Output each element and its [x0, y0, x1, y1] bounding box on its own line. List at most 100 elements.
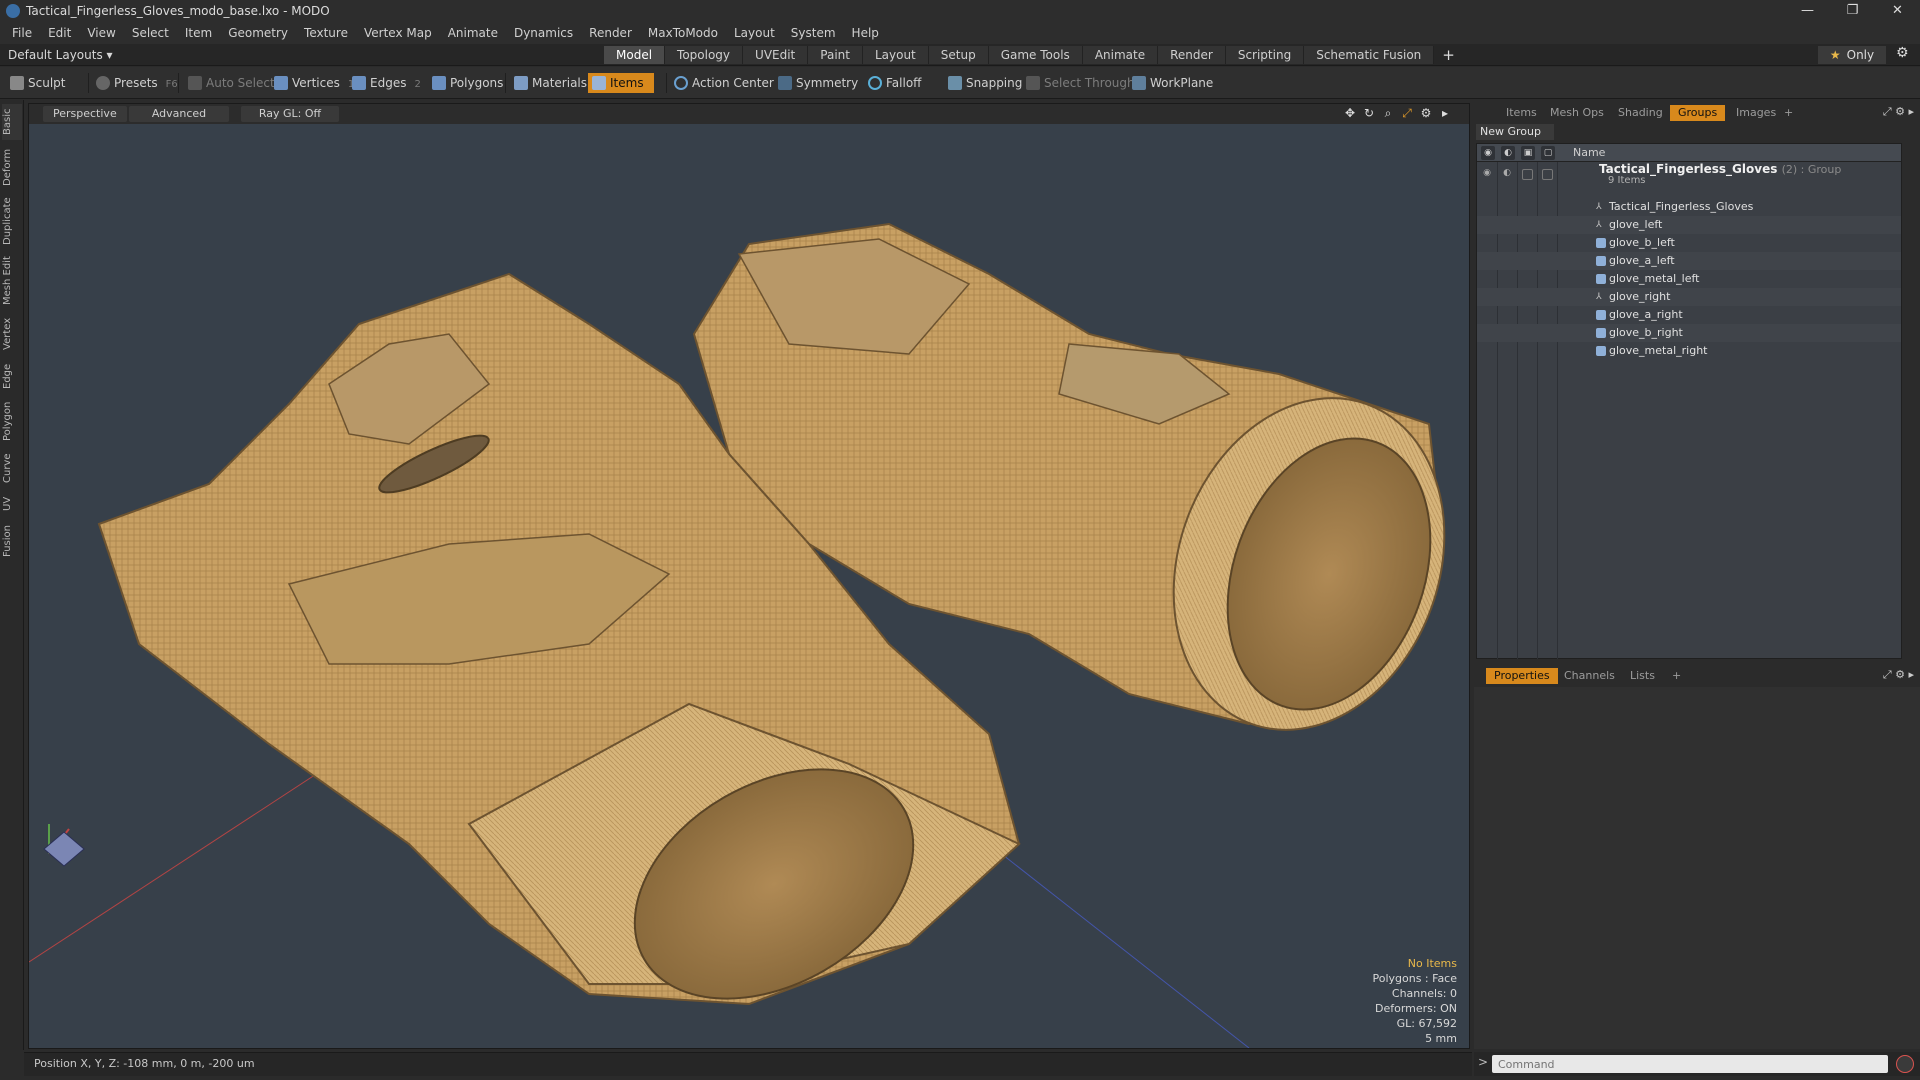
vtab-duplicate[interactable]: Duplicate — [2, 194, 22, 248]
vtab-mesh-edit[interactable]: Mesh Edit — [2, 254, 22, 308]
vtab-basic[interactable]: Basic — [2, 104, 22, 140]
tab-paint[interactable]: Paint — [808, 46, 863, 64]
tab-setup[interactable]: Setup — [928, 46, 989, 64]
select-checkbox[interactable] — [1542, 169, 1553, 180]
action-center-button[interactable]: Action Center — [670, 73, 774, 93]
list-item[interactable]: glove_b_left — [1477, 234, 1901, 252]
pan-icon[interactable]: ✥ — [1344, 106, 1356, 120]
maximize-button[interactable]: ❐ — [1830, 0, 1875, 22]
render-toggle-icon[interactable]: ◐ — [1501, 168, 1513, 180]
menu-maxtomodo[interactable]: MaxToModo — [640, 22, 726, 44]
menu-system[interactable]: System — [783, 22, 844, 44]
tab-model[interactable]: Model — [604, 46, 666, 64]
polygons-button[interactable]: Polygons — [428, 73, 503, 93]
tab-layout[interactable]: Layout — [862, 46, 929, 64]
name-column-header[interactable]: Name — [1573, 146, 1605, 159]
tab-uvedit[interactable]: UVEdit — [743, 46, 809, 64]
menu-geometry[interactable]: Geometry — [220, 22, 296, 44]
list-item[interactable]: glove_a_left — [1477, 252, 1901, 270]
menu-view[interactable]: View — [79, 22, 123, 44]
tab-schematic-fusion[interactable]: Schematic Fusion — [1304, 46, 1435, 64]
snapping-button[interactable]: Snapping — [944, 73, 1022, 93]
vtab-vertex[interactable]: Vertex — [2, 314, 22, 354]
zoom-icon[interactable]: ⌕ — [1382, 106, 1394, 120]
menu-texture[interactable]: Texture — [296, 22, 356, 44]
menu-render[interactable]: Render — [581, 22, 640, 44]
render-column-icon[interactable]: ◐ — [1501, 146, 1515, 160]
view-dropdown[interactable]: Perspective — [43, 106, 127, 122]
menu-dynamics[interactable]: Dynamics — [506, 22, 581, 44]
list-item[interactable]: glove_metal_right — [1477, 342, 1901, 360]
vertices-button[interactable]: Vertices1 — [270, 73, 354, 93]
gear-icon[interactable]: ⚙ — [1896, 45, 1909, 61]
falloff-button[interactable]: Falloff — [864, 73, 921, 93]
vtab-deform[interactable]: Deform — [2, 146, 22, 188]
select-through-button[interactable]: Select Through — [1022, 73, 1135, 93]
lock-column-icon[interactable]: ▣ — [1521, 146, 1535, 160]
tab-lists[interactable]: Lists — [1622, 668, 1663, 684]
list-item[interactable]: ⅄ glove_left — [1477, 216, 1901, 234]
menu-animate[interactable]: Animate — [440, 22, 506, 44]
list-item[interactable]: glove_b_right — [1477, 324, 1901, 342]
stop-command-icon[interactable] — [1896, 1055, 1914, 1073]
symmetry-button[interactable]: Symmetry — [774, 73, 858, 93]
menu-vertex-map[interactable]: Vertex Map — [356, 22, 440, 44]
command-input[interactable] — [1492, 1055, 1888, 1073]
vtab-uv[interactable]: UV — [2, 492, 22, 516]
layout-dropdown[interactable]: Default Layouts ▾ — [8, 44, 113, 66]
tab-topology[interactable]: Topology — [665, 46, 744, 64]
list-item[interactable]: glove_a_right — [1477, 306, 1901, 324]
presets-button[interactable]: Presets F6 — [92, 73, 178, 93]
tab-groups[interactable]: Groups — [1670, 105, 1726, 121]
maximize-view-icon[interactable]: ⤢ — [1401, 106, 1413, 120]
select-column-icon[interactable]: ▢ — [1541, 146, 1555, 160]
tab-mesh-ops[interactable]: Mesh Ops — [1542, 105, 1612, 121]
tab-properties[interactable]: Properties — [1486, 668, 1558, 684]
menu-edit[interactable]: Edit — [40, 22, 79, 44]
vtab-fusion[interactable]: Fusion — [2, 522, 22, 560]
tab-game-tools[interactable]: Game Tools — [988, 46, 1083, 64]
expand-arrow-icon[interactable]: ▸ — [1439, 106, 1451, 120]
vtab-polygon[interactable]: Polygon — [2, 398, 22, 444]
visibility-column-icon[interactable]: ◉ — [1481, 146, 1495, 160]
tab-items[interactable]: Items — [1498, 105, 1545, 121]
vtab-edge[interactable]: Edge — [2, 360, 22, 392]
viewport-settings-icon[interactable]: ⚙ — [1420, 106, 1432, 120]
menu-item[interactable]: Item — [177, 22, 220, 44]
menu-select[interactable]: Select — [124, 22, 177, 44]
panel-options-icon[interactable]: ⤢ ⚙ ▸ — [1883, 105, 1914, 119]
close-button[interactable]: ✕ — [1875, 0, 1920, 22]
materials-button[interactable]: Materials — [510, 73, 587, 93]
only-toggle-button[interactable]: ★ Only — [1818, 46, 1886, 64]
add-tab-button[interactable]: + — [1434, 46, 1463, 64]
3d-viewport[interactable]: Perspective Advanced Ray GL: Off ✥ ↻ ⌕ ⤢… — [28, 103, 1470, 1049]
list-item[interactable]: glove_metal_left — [1477, 270, 1901, 288]
vtab-curve[interactable]: Curve — [2, 450, 22, 486]
lock-checkbox[interactable] — [1522, 169, 1533, 180]
panel-options-icon[interactable]: ⤢ ⚙ ▸ — [1883, 668, 1914, 682]
edges-button[interactable]: Edges 2 — [348, 73, 421, 93]
tab-channels[interactable]: Channels — [1556, 668, 1623, 684]
shading-dropdown[interactable]: Advanced — [129, 106, 229, 122]
add-panel-tab-button[interactable]: + — [1776, 105, 1801, 121]
items-button[interactable]: Items — [588, 73, 654, 93]
eye-icon[interactable]: ◉ — [1481, 168, 1493, 180]
workplane-button[interactable]: WorkPlane — [1128, 73, 1213, 93]
menu-layout[interactable]: Layout — [726, 22, 783, 44]
tab-scripting[interactable]: Scripting — [1225, 46, 1305, 64]
list-item[interactable]: ⅄ glove_right — [1477, 288, 1901, 306]
tab-animate[interactable]: Animate — [1082, 46, 1159, 64]
menu-file[interactable]: File — [4, 22, 40, 44]
sculpt-button[interactable]: Sculpt — [6, 73, 65, 93]
raygl-toggle[interactable]: Ray GL: Off — [241, 106, 339, 122]
tab-shading[interactable]: Shading — [1610, 105, 1671, 121]
auto-select-button[interactable]: Auto Select — [184, 73, 275, 93]
group-row[interactable]: ◉ ◐ Tactical_Fingerless_Gloves (2) : Gro… — [1477, 162, 1901, 192]
minimize-button[interactable]: — — [1785, 0, 1830, 22]
menu-help[interactable]: Help — [844, 22, 887, 44]
new-group-button[interactable]: New Group — [1476, 124, 1554, 140]
rotate-icon[interactable]: ↻ — [1363, 106, 1375, 120]
list-item[interactable]: ⅄ Tactical_Fingerless_Gloves — [1477, 198, 1901, 216]
add-properties-tab-button[interactable]: + — [1664, 668, 1689, 684]
tab-render[interactable]: Render — [1158, 46, 1226, 64]
